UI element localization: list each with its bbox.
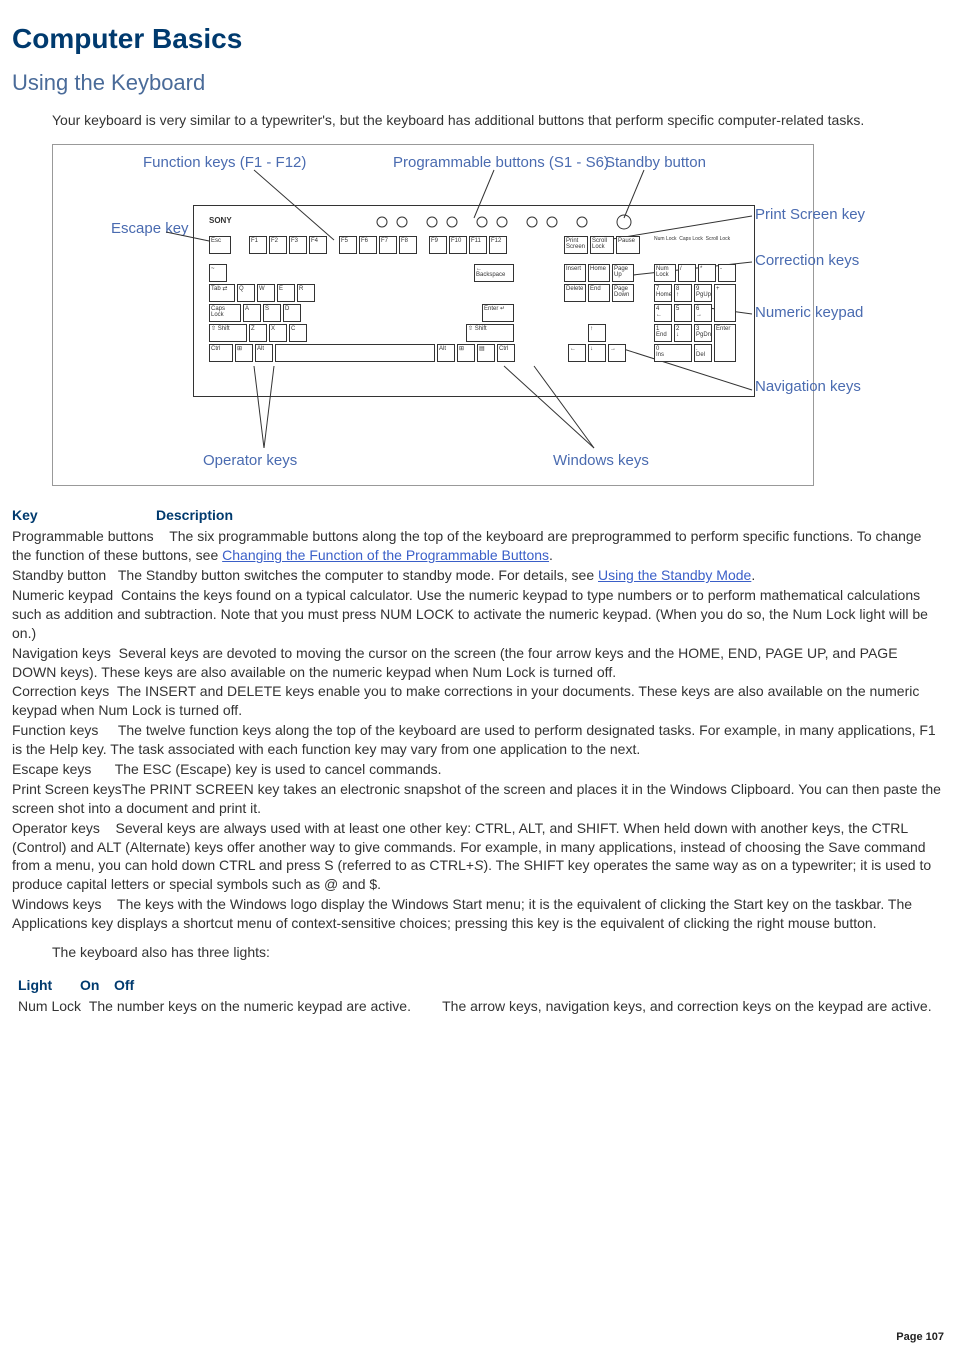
row-programmable: Programmable buttons The six programmabl… — [12, 527, 942, 565]
label-windows-keys: Windows keys — [553, 451, 649, 471]
intro-paragraph: Your keyboard is very similar to a typew… — [52, 111, 942, 130]
row-escape: Escape keys The ESC (Escape) key is used… — [12, 760, 942, 779]
label-navigation-keys: Navigation keys — [755, 377, 861, 397]
page-number: Page 107 — [896, 1330, 944, 1345]
label-print-screen: Print Screen key — [755, 205, 865, 225]
label-operator-keys: Operator keys — [203, 451, 297, 471]
label-correction-keys: Correction keys — [755, 251, 859, 271]
label-function-keys: Function keys (F1 - F12) — [143, 153, 306, 173]
link-standby-mode[interactable]: Using the Standby Mode — [598, 567, 751, 583]
col-description: Description — [156, 506, 233, 525]
row-operator: Operator keys Several keys are always us… — [12, 819, 942, 895]
label-escape-key: Escape key — [111, 219, 189, 239]
label-standby-button: Standby button — [605, 153, 706, 173]
row-printscreen: Print Screen keysThe PRINT SCREEN key ta… — [12, 780, 942, 818]
row-navigation: Navigation keys Several keys are devoted… — [12, 644, 942, 682]
keyboard-outline: SONY Esc F1 F2 F3 F4 F5 F6 F7 F8 F9 F10 … — [193, 205, 755, 397]
row-correction: Correction keys The INSERT and DELETE ke… — [12, 682, 942, 720]
page-title: Computer Basics — [12, 20, 942, 58]
row-function: Function keys The twelve function keys a… — [12, 721, 942, 759]
row-standby: Standby button The Standby button switch… — [12, 566, 942, 585]
lights-intro: The keyboard also has three lights: — [52, 943, 942, 962]
keyboard-diagram: Function keys (F1 - F12) Programmable bu… — [52, 144, 814, 486]
col-off: Off — [114, 976, 134, 995]
col-on: On — [80, 976, 100, 995]
row-windows: Windows keys The keys with the Windows l… — [12, 895, 942, 933]
row-numlock-light: Num Lock The number keys on the numeric … — [18, 997, 942, 1016]
label-numeric-keypad: Numeric keypad — [755, 303, 863, 323]
led-labels: Num Lock Caps Lock Scroll Lock — [654, 236, 730, 243]
section-heading: Using the Keyboard — [12, 68, 942, 98]
col-key: Key — [12, 506, 142, 525]
link-change-prog-buttons[interactable]: Changing the Function of the Programmabl… — [222, 547, 549, 563]
col-light: Light — [18, 976, 66, 995]
key-table-header: Key Description — [12, 506, 942, 525]
row-numeric: Numeric keypad Contains the keys found o… — [12, 586, 942, 643]
lights-table-header: Light On Off — [18, 976, 942, 995]
brand-sony: SONY — [209, 216, 232, 227]
label-programmable-buttons: Programmable buttons (S1 - S6) — [393, 153, 609, 173]
